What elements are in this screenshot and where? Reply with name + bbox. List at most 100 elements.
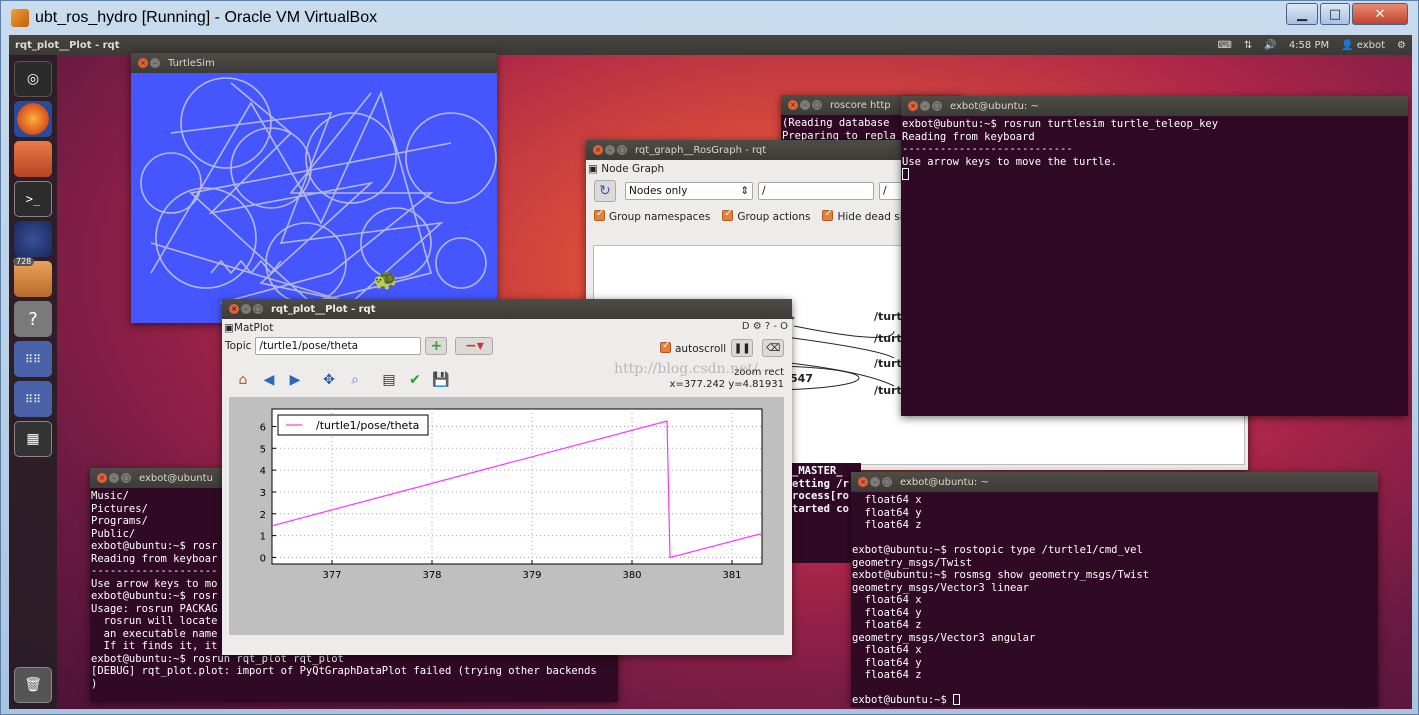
minimize-icon[interactable]: – — [800, 100, 810, 110]
close-icon[interactable]: × — [229, 304, 239, 314]
workspace-icon[interactable]: ▦ — [14, 421, 52, 457]
terminal-line: exbot@ubuntu:~$ rostopic type /turtle1/c… — [852, 544, 1143, 556]
x-tick-label: 380 — [622, 570, 641, 581]
y-tick-label: 1 — [260, 532, 266, 543]
close-icon[interactable]: × — [138, 58, 148, 68]
panel-controls[interactable]: D ⚙ ? - O — [742, 321, 788, 332]
autoscroll-label: autoscroll — [675, 342, 727, 355]
autoscroll-row: autoscroll ❚❚ ⌫ — [660, 339, 788, 357]
roscore-title: roscore http — [830, 99, 891, 111]
teleop-terminal[interactable]: exbot@ubuntu:~$ rosrun turtlesim turtle_… — [901, 116, 1408, 416]
terminal-line: float64 z — [852, 519, 922, 531]
back-icon[interactable]: ◀ — [258, 369, 280, 391]
maximize-icon[interactable]: □ — [121, 473, 131, 483]
terminal-line: rocess[ro — [792, 490, 849, 502]
clear-button[interactable]: ⌫ — [762, 339, 785, 357]
y-tick-label: 3 — [260, 488, 266, 499]
topic-input[interactable]: /turtle1/pose/theta — [255, 337, 422, 355]
virtualbox-icon — [11, 9, 29, 27]
x-tick-label: 377 — [322, 570, 341, 581]
guest-screen[interactable]: rqt_plot__Plot - rqt ⌨ ⇅ 🔊 4:58 PM 👤 exb… — [9, 35, 1412, 709]
firefox-icon[interactable] — [14, 101, 52, 137]
gear-icon[interactable]: ⚙ — [1397, 40, 1406, 51]
maximize-icon[interactable]: □ — [932, 101, 942, 111]
terminal-line: exbot@ubuntu:~$ rosrun turtlesim turtle_… — [902, 118, 1219, 130]
refresh-button[interactable]: ↻ — [594, 180, 616, 202]
x-tick-label: 379 — [522, 570, 541, 581]
theta-line-chart[interactable]: 377 378 379 380 381 0 1 2 3 4 5 6/turtle1/pose/thet… — [229, 397, 784, 635]
autoscroll-checkbox[interactable]: autoscroll — [660, 340, 727, 355]
close-icon[interactable]: × — [788, 100, 798, 110]
terminal-line: tarted co — [792, 502, 849, 515]
update-badge: 728 — [13, 257, 35, 266]
close-icon[interactable]: × — [97, 473, 107, 483]
plot-figure[interactable]: 377 378 379 380 381 0 1 2 3 4 5 6/turtle1/pose/thet… — [229, 397, 784, 635]
terminal-line: --------------------------- — [902, 143, 1073, 155]
close-button[interactable]: ✕ — [1352, 3, 1408, 25]
eclipse-icon[interactable] — [14, 221, 52, 257]
check-icon[interactable]: ✔ — [404, 369, 426, 391]
right-terminal-title-bar: × – □ exbot@ubuntu: ~ — [851, 472, 1378, 492]
checkbox-label: Group namespaces — [609, 211, 711, 223]
group-actions-checkbox[interactable]: Group actions — [722, 208, 810, 223]
x-tick-label: 381 — [722, 570, 741, 581]
checkbox-icon — [822, 208, 834, 221]
remove-topic-button[interactable]: −▾ — [455, 337, 494, 355]
terminal-line: etting /r — [792, 477, 849, 490]
forward-icon[interactable]: ▶ — [284, 369, 306, 391]
terminal-line: float64 y — [852, 656, 922, 669]
rqt-plot-window[interactable]: × – □ rqt_plot__Plot - rqt ▣MatPlot D ⚙ ? … — [222, 299, 792, 655]
minimize-icon[interactable]: – — [109, 473, 119, 483]
graph-mode-select[interactable]: Nodes only ⇕ — [625, 182, 753, 200]
software-icon[interactable] — [14, 261, 52, 297]
help-icon[interactable]: ? — [14, 301, 52, 337]
files-icon[interactable] — [14, 141, 52, 177]
right-terminal[interactable]: float64 x float64 y float64 z exbot@ubun… — [851, 492, 1378, 707]
add-topic-button[interactable]: + — [425, 337, 448, 355]
apps-icon[interactable]: ⠿⠿ — [14, 341, 52, 377]
minimize-button[interactable]: ▁ — [1286, 3, 1318, 25]
right-terminal-window[interactable]: × – □ exbot@ubuntu: ~ float64 x float64 y … — [851, 472, 1378, 707]
minimize-icon[interactable]: – — [241, 304, 251, 314]
maximize-icon[interactable]: □ — [617, 145, 627, 155]
minimize-icon[interactable]: – — [920, 101, 930, 111]
pan-icon[interactable]: ✥ — [318, 369, 340, 391]
close-icon[interactable]: × — [858, 477, 868, 487]
zoom-icon[interactable]: ⌕ — [344, 369, 366, 391]
maximize-icon[interactable]: □ — [253, 304, 263, 314]
ubuntu-icon[interactable]: ◎ — [14, 61, 52, 97]
group-namespaces-checkbox[interactable]: Group namespaces — [594, 208, 711, 223]
keyboard-icon[interactable]: ⌨ — [1218, 40, 1232, 51]
namespace-filter-input[interactable]: / — [758, 182, 874, 200]
graph-node-label[interactable]: 547 — [790, 372, 813, 385]
volume-icon[interactable]: 🔊 — [1264, 40, 1276, 51]
clock[interactable]: 4:58 PM — [1289, 40, 1329, 51]
user-menu[interactable]: 👤 exbot — [1341, 40, 1385, 51]
trash-icon[interactable]: 🗑 — [14, 667, 52, 703]
terminal-line: geometry_msgs/Twist — [852, 556, 973, 569]
teleop-terminal-window[interactable]: × – □ exbot@ubuntu: ~ exbot@ubuntu:~$ rosr… — [901, 96, 1408, 416]
pause-button[interactable]: ❚❚ — [731, 339, 754, 357]
maximize-icon[interactable]: □ — [882, 477, 892, 487]
minimize-icon[interactable]: – — [150, 58, 160, 68]
minimize-icon[interactable]: – — [605, 145, 615, 155]
network-icon[interactable]: ⇅ — [1244, 40, 1252, 51]
close-icon[interactable]: × — [908, 101, 918, 111]
maximize-icon[interactable]: □ — [812, 100, 822, 110]
turtlesim-window[interactable]: × – TurtleSim — [131, 53, 497, 323]
save-icon[interactable]: 💾 — [430, 369, 452, 391]
minimize-icon[interactable]: – — [870, 477, 880, 487]
y-tick-label: 2 — [260, 510, 266, 521]
home-icon[interactable]: ⌂ — [232, 369, 254, 391]
graph-icon: ▣ — [224, 322, 234, 334]
rqt-plot-title: rqt_plot__Plot - rqt — [271, 303, 376, 315]
terminal-icon[interactable]: >_ — [14, 181, 52, 217]
turtlesim-title: TurtleSim — [168, 57, 215, 69]
apps-icon[interactable]: ⠿⠿ — [14, 381, 52, 417]
virtualbox-title-bar: ubt_ros_hydro [Running] - Oracle VM Virt… — [1, 1, 1418, 35]
close-icon[interactable]: × — [593, 145, 603, 155]
topic-label: Topic — [225, 340, 252, 352]
subplots-icon[interactable]: ▤ — [378, 369, 400, 391]
maximize-button[interactable]: □ — [1320, 3, 1350, 25]
